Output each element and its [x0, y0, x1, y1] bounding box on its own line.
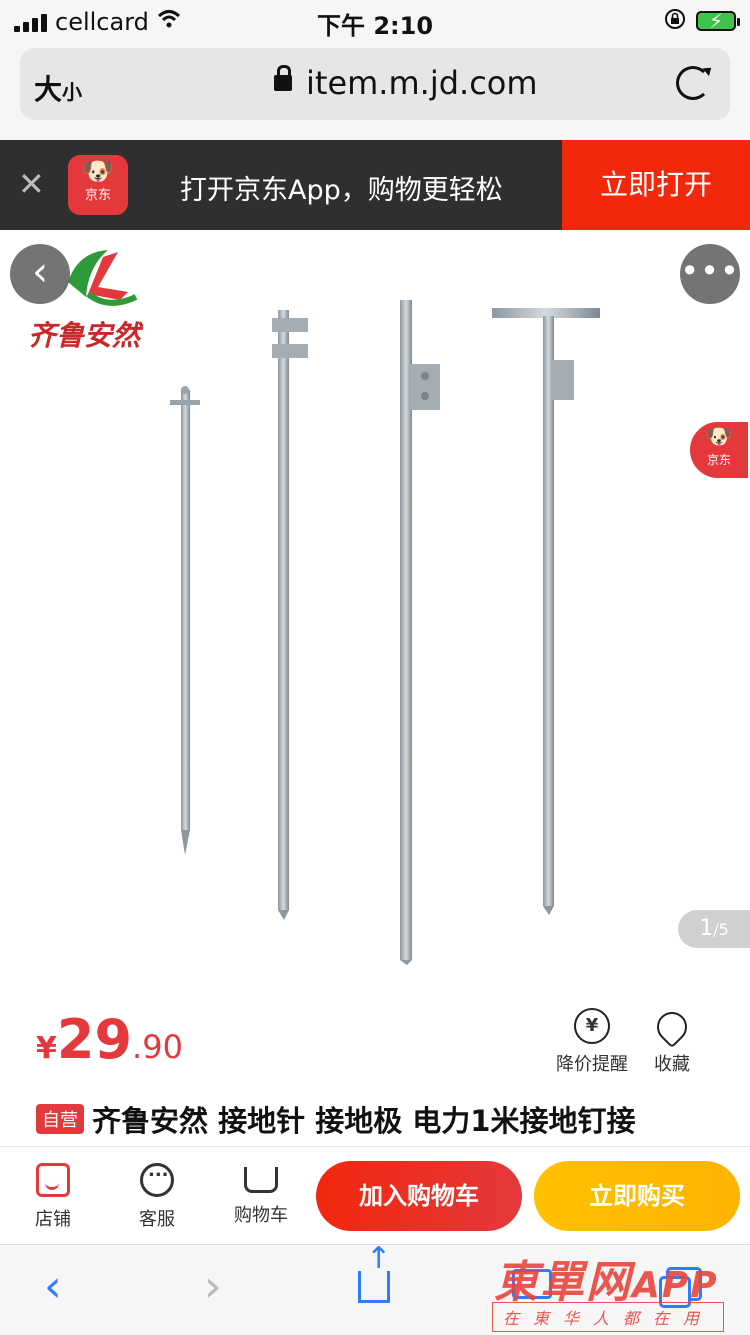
lock-icon — [274, 65, 292, 91]
watermark-main-text: 東單网 — [494, 1257, 632, 1308]
text-size-big: 大 — [34, 73, 63, 106]
image-counter-current: 1 — [699, 916, 714, 941]
battery-icon: ⚡ — [696, 9, 740, 33]
cart-button[interactable]: 购物车 — [226, 1163, 296, 1227]
self-operated-badge: 自营 — [36, 1104, 84, 1134]
more-options-button[interactable]: ••• — [680, 244, 740, 304]
price-currency: ¥ — [36, 1031, 57, 1066]
shop-button[interactable]: 店铺 — [18, 1163, 88, 1231]
rotation-lock-icon — [664, 8, 686, 34]
product-image-carousel[interactable]: 齐鲁安然 ‹ ••• 🐶 京东 1/5 — [0, 230, 750, 1000]
status-time: 下午 2:10 — [316, 12, 434, 40]
watermark-main: 東單网APP — [494, 1246, 719, 1310]
reload-icon[interactable] — [676, 66, 710, 100]
heart-icon — [650, 1005, 694, 1049]
cart-label: 购物车 — [234, 1205, 288, 1226]
share-icon[interactable] — [358, 1241, 391, 1303]
product-price: ¥29.90 — [36, 1008, 183, 1071]
text-size-small: 小 — [62, 80, 83, 104]
text-size-button[interactable]: 大小 — [34, 68, 82, 108]
address-bar[interactable]: 大小 item.m.jd.com — [20, 48, 730, 120]
shop-icon — [36, 1163, 70, 1197]
price-alert-icon: ¥ — [574, 1008, 610, 1044]
url-text[interactable]: item.m.jd.com — [306, 64, 538, 102]
browser-address-area: 大小 item.m.jd.com — [0, 42, 750, 140]
jd-logo-text: 京东 — [84, 188, 111, 203]
bottom-action-bar: 店铺 客服 购物车 加入购物车 立即购买 — [0, 1146, 750, 1245]
jd-dog-icon: 🐶 — [705, 425, 733, 450]
open-app-banner: ✕ 🐶 京东 打开京东App，购物更轻松 立即打开 — [0, 140, 750, 230]
watermark-sub: 在東华人都在用 — [492, 1302, 725, 1332]
brand-name: 齐鲁安然 — [28, 319, 141, 352]
image-counter: 1/5 — [678, 910, 750, 948]
price-integer: 29 — [56, 1008, 133, 1071]
shop-label: 店铺 — [35, 1209, 71, 1230]
jd-float-button[interactable]: 🐶 京东 — [688, 420, 750, 480]
product-title-row: 自营 齐鲁安然 接地针 接地极 电力1米接地钉接 — [36, 1098, 736, 1148]
jd-dog-icon: 🐶 — [81, 157, 115, 187]
price-alert-label: 降价提醒 — [556, 1054, 628, 1075]
site-watermark: 東單网APP 在東华人都在用 — [490, 1246, 750, 1332]
watermark-app: APP — [632, 1265, 719, 1306]
close-icon[interactable]: ✕ — [18, 165, 45, 203]
price-decimal: .90 — [132, 1028, 183, 1066]
favorite-button[interactable]: 收藏 — [650, 1005, 694, 1076]
chat-icon — [140, 1160, 174, 1197]
status-right: ⚡ — [664, 8, 740, 34]
product-title: 齐鲁安然 接地针 接地极 电力1米接地钉接 — [92, 1104, 636, 1138]
jd-float-text: 京东 — [706, 453, 731, 467]
customer-service-button[interactable]: 客服 — [122, 1160, 192, 1231]
favorite-label: 收藏 — [654, 1054, 690, 1075]
price-area: ¥29.90 ¥ 降价提醒 收藏 — [0, 1000, 750, 1090]
buy-now-button[interactable]: 立即购买 — [534, 1161, 740, 1231]
jd-app-logo: 🐶 京东 — [68, 155, 128, 215]
cart-icon — [244, 1167, 278, 1193]
image-counter-total: /5 — [713, 920, 729, 939]
add-to-cart-button[interactable]: 加入购物车 — [316, 1161, 522, 1231]
service-label: 客服 — [139, 1209, 175, 1230]
status-bar: cellcard 下午 2:10 ⚡ — [0, 0, 750, 42]
brand-mark-icon — [68, 250, 138, 306]
browser-back-icon[interactable]: ‹ — [44, 1261, 62, 1312]
price-alert-button[interactable]: ¥ 降价提醒 — [556, 1008, 628, 1076]
back-button[interactable]: ‹ — [10, 244, 70, 304]
open-app-button[interactable]: 立即打开 — [562, 140, 750, 230]
banner-message: 打开京东App，购物更轻松 — [180, 175, 503, 206]
browser-forward-icon[interactable]: › — [204, 1261, 222, 1312]
